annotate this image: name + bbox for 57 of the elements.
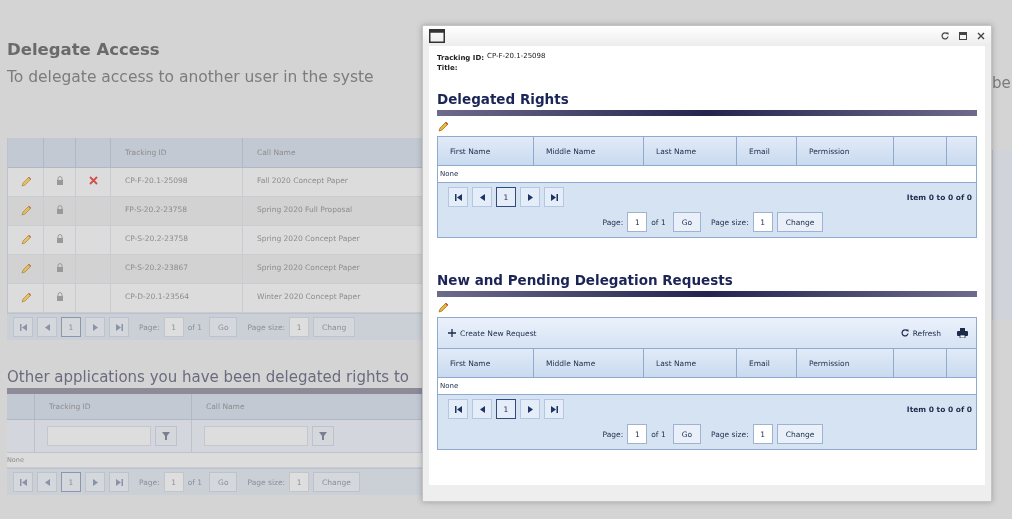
filter-icon <box>319 432 327 440</box>
window-icon <box>429 29 445 43</box>
filter-input[interactable] <box>47 426 151 446</box>
previous-page-icon <box>44 323 50 331</box>
first-page-icon <box>454 405 462 413</box>
next-page-icon <box>92 323 98 331</box>
section-heading: Delegated Rights <box>437 91 569 107</box>
filter-button[interactable] <box>312 426 334 446</box>
filter-input[interactable] <box>204 426 308 446</box>
lock-icon <box>55 205 64 214</box>
close-icon[interactable] <box>977 32 985 40</box>
last-page-icon <box>115 478 123 486</box>
maximize-icon[interactable] <box>959 32 967 40</box>
refresh-icon[interactable] <box>941 32 949 40</box>
filter-button[interactable] <box>155 426 177 446</box>
intro-text: To delegate access to another user in the syste <box>7 68 374 86</box>
next-page-icon <box>92 478 98 486</box>
refresh-icon <box>900 329 909 337</box>
pencil-icon[interactable] <box>437 302 449 314</box>
next-page-button[interactable] <box>520 399 540 419</box>
section-heading: New and Pending Delegation Requests <box>437 272 733 288</box>
next-page-icon <box>527 405 533 413</box>
pencil-icon[interactable] <box>437 121 449 133</box>
page-heading: Delegate Access <box>7 40 161 59</box>
previous-page-button[interactable] <box>472 187 492 207</box>
last-page-button[interactable] <box>544 187 564 207</box>
first-page-icon <box>19 323 27 331</box>
section-heading: Other applications you have been delegated rights to <box>7 368 409 386</box>
lock-icon <box>55 292 64 301</box>
last-page-icon <box>115 323 123 331</box>
pencil-icon[interactable] <box>19 234 32 246</box>
previous-page-icon <box>479 405 485 413</box>
lock-icon <box>55 263 64 272</box>
first-page-button[interactable] <box>448 399 468 419</box>
pencil-icon[interactable] <box>19 176 32 188</box>
last-page-button[interactable] <box>544 399 564 419</box>
first-page-button[interactable] <box>448 187 468 207</box>
first-page-icon <box>454 193 462 201</box>
next-page-button[interactable] <box>520 187 540 207</box>
lock-icon <box>55 176 64 185</box>
column-header <box>7 394 35 420</box>
previous-page-button[interactable] <box>472 399 492 419</box>
pencil-icon[interactable] <box>19 263 32 275</box>
pencil-icon[interactable] <box>19 292 32 304</box>
first-page-icon <box>19 478 27 486</box>
last-page-icon <box>550 193 558 201</box>
last-page-icon <box>550 405 558 413</box>
previous-page-icon <box>479 193 485 201</box>
filter-icon <box>162 432 170 440</box>
previous-page-icon <box>44 478 50 486</box>
intro-text: be <box>992 74 1012 92</box>
next-page-icon <box>527 193 533 201</box>
lock-icon <box>55 234 64 243</box>
plus-icon <box>448 329 456 337</box>
delete-icon[interactable] <box>88 176 98 185</box>
printer-icon[interactable] <box>957 328 968 338</box>
pencil-icon[interactable] <box>19 205 32 217</box>
